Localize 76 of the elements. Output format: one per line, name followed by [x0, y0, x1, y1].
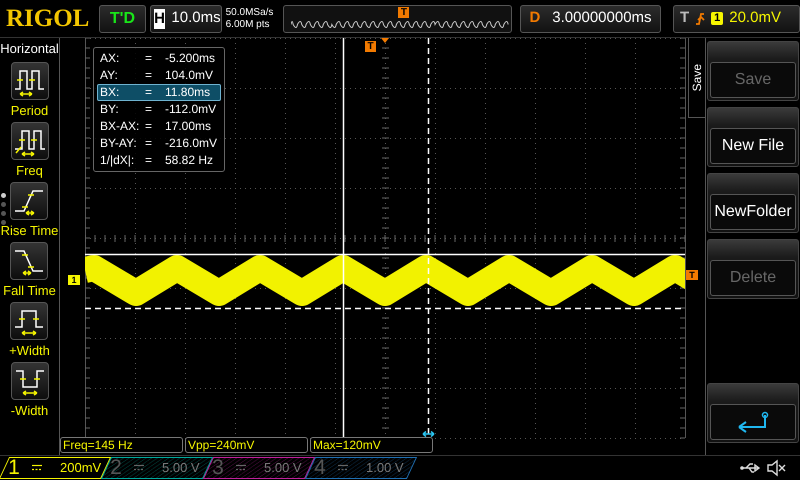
readout-label: BY:	[100, 102, 120, 117]
sample-rate: 50.0MSa/s	[226, 6, 274, 18]
equals-sign: =	[145, 153, 154, 168]
readout-value: 58.82 Hz	[165, 153, 214, 168]
menu-button[interactable]: New File	[707, 107, 799, 167]
equals-sign: =	[145, 136, 154, 151]
readout-value: 104.0mV	[165, 68, 214, 83]
measure-label: +Width	[9, 342, 50, 358]
channel-marker[interactable]: 1	[68, 275, 80, 285]
trigger-level: 20.0mV	[729, 8, 781, 28]
measure-label: -Width	[10, 402, 48, 418]
measurement-readout: Max=120mV	[310, 437, 433, 453]
measure-button[interactable]	[10, 242, 48, 280]
menu-button[interactable]: NewFolder	[707, 173, 799, 233]
equals-sign: =	[145, 119, 154, 134]
readout-value: 17.00ms	[165, 119, 212, 134]
trigger-position-marker[interactable]: T	[365, 41, 376, 52]
back-button[interactable]	[707, 383, 799, 443]
cursor-handle-icon	[422, 430, 435, 438]
rising-edge-icon	[695, 10, 706, 26]
timebase-label: H	[154, 8, 166, 28]
run-status[interactable]: T'D	[99, 4, 146, 32]
trigger-box[interactable]: T 1 20.0mV	[672, 4, 800, 32]
equals-sign: =	[145, 85, 154, 100]
measure-label: Fall Time	[3, 282, 56, 298]
memory-depth: 6.00M pts	[226, 18, 271, 30]
readout-label: AY:	[100, 68, 119, 83]
menu-title: Save	[689, 64, 705, 92]
measurement-readout: Freq=145 Hz	[60, 437, 183, 453]
measure-label: Rise Time	[0, 222, 58, 238]
readout-value: -112.0mV	[165, 102, 216, 117]
trigger-marker: T	[398, 6, 410, 18]
delay-box[interactable]: D 3.00000000ms	[520, 4, 661, 32]
readout-label: BX:	[100, 85, 120, 100]
delay-value: 3.00000000ms	[552, 8, 652, 28]
speaker-muted-icon	[766, 459, 786, 477]
readout-value: -216.0mV	[165, 136, 218, 151]
page-dot[interactable]	[1, 220, 6, 225]
channel-tab[interactable]: 1 200mV	[0, 456, 110, 480]
measure-label: Freq	[16, 162, 43, 178]
readout-label: AX:	[100, 51, 120, 66]
readout-value: -5.200ms	[165, 51, 216, 66]
readout-label: BY-AY:	[100, 136, 138, 151]
equals-sign: =	[145, 102, 154, 117]
menu-title: Horizontal	[0, 40, 59, 58]
page-dot[interactable]	[1, 211, 6, 216]
readout-value: 11.80ms	[165, 85, 210, 100]
channel-tab[interactable]: 3 5.00 V	[204, 456, 314, 480]
measure-button[interactable]	[10, 122, 48, 160]
page-dot[interactable]	[1, 202, 6, 207]
dc-coupling-icon	[134, 464, 144, 472]
readout-label: 1/|dX|:	[100, 153, 136, 168]
measure-label: Period	[10, 102, 48, 118]
measurement-readout: Vpp=240mV	[185, 437, 308, 453]
delay-label: D	[529, 8, 540, 28]
measure-button[interactable]	[10, 362, 48, 400]
measure-button[interactable]	[10, 182, 48, 220]
brand-logo: RIGOL	[6, 6, 90, 31]
trigger-level-marker[interactable]: T	[686, 270, 698, 280]
trigger-source: 1	[711, 12, 724, 25]
dc-coupling-icon	[236, 464, 246, 472]
timebase-value: 10.0ms	[171, 8, 221, 28]
equals-sign: =	[145, 51, 154, 66]
measure-button[interactable]	[10, 302, 48, 340]
channel-tab[interactable]: 4 1.00 V	[306, 456, 416, 480]
trigger-label: T	[680, 8, 690, 28]
readout-label: BX-AX:	[100, 119, 140, 134]
channel-tab[interactable]: 2 5.00 V	[102, 456, 212, 480]
measure-button[interactable]	[10, 62, 48, 100]
page-dot[interactable]	[1, 193, 6, 198]
dc-coupling-icon	[338, 464, 348, 472]
selected-readout-row[interactable]: BX: = 11.80ms	[97, 84, 221, 101]
timebase-box[interactable]: H 10.0ms	[150, 4, 222, 32]
usb-icon	[740, 462, 762, 474]
dc-coupling-icon	[32, 464, 42, 472]
equals-sign: =	[145, 68, 154, 83]
